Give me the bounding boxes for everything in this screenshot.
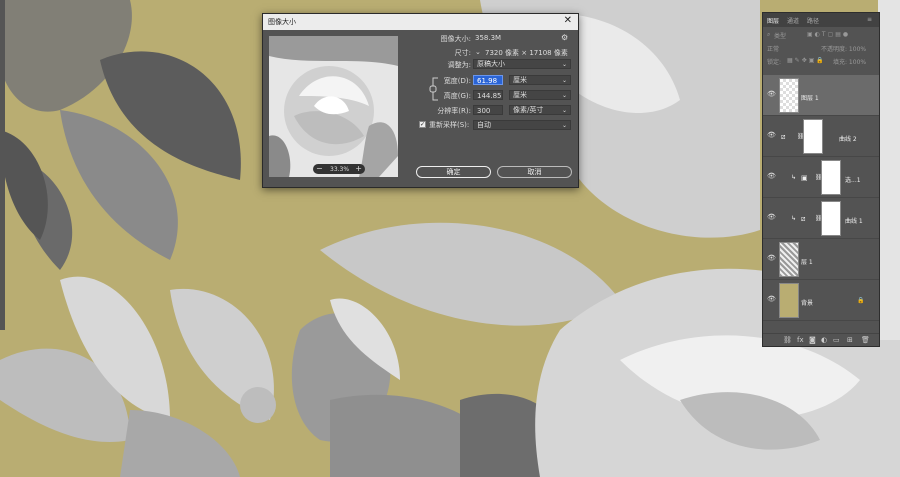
- panel-menu-icon[interactable]: ≡: [867, 16, 872, 23]
- width-input[interactable]: 61.98: [473, 75, 503, 85]
- image-preview[interactable]: − 33.3% +: [269, 36, 398, 177]
- visibility-eye-icon[interactable]: 👁: [767, 254, 776, 262]
- dimensions-label: 尺寸:: [454, 49, 471, 57]
- layer-mask-thumbnail: [821, 201, 841, 236]
- resolution-input[interactable]: 300: [473, 105, 503, 115]
- resample-checkbox[interactable]: ✓: [419, 121, 426, 128]
- delete-icon[interactable]: 🗑: [861, 336, 870, 344]
- chevron-down-icon: ⌄: [561, 92, 567, 99]
- lock-label: 锁定:: [767, 59, 782, 66]
- layer-thumbnail: [779, 283, 799, 318]
- tab-channels[interactable]: 通道: [787, 16, 799, 25]
- layer-item[interactable]: 👁 ⧄ ⛓ 曲线 2: [763, 116, 879, 157]
- new-layer-icon[interactable]: ⊞: [847, 336, 853, 344]
- lock-icons[interactable]: ▦✎✥▣🔒: [787, 57, 826, 64]
- link-layers-icon[interactable]: ⛓: [783, 336, 792, 344]
- fill-field[interactable]: 填充: 100%: [833, 57, 866, 66]
- left-ruler: [0, 0, 5, 330]
- layer-name[interactable]: 图层 1: [801, 93, 819, 102]
- curves-adjustment-icon: ⧄: [801, 215, 806, 223]
- visibility-eye-icon[interactable]: 👁: [767, 131, 776, 139]
- tab-paths[interactable]: 路径: [807, 16, 819, 25]
- clip-arrow-icon: ↳: [791, 174, 797, 181]
- width-label: 宽度(D):: [443, 77, 471, 85]
- layer-item[interactable]: 👁 背景 🔒: [763, 280, 879, 321]
- fit-to-select[interactable]: 原稿大小 ⌄: [473, 59, 571, 69]
- visibility-eye-icon[interactable]: 👁: [767, 90, 776, 98]
- height-label: 高度(G):: [443, 92, 471, 100]
- visibility-eye-icon[interactable]: 👁: [767, 213, 776, 221]
- chevron-down-icon: ⌄: [561, 77, 567, 84]
- close-icon[interactable]: ✕: [564, 15, 572, 26]
- layer-thumbnail: [779, 242, 799, 277]
- dimensions-toggle-icon[interactable]: ⌄: [475, 48, 481, 56]
- resolution-unit-select[interactable]: 像素/英寸 ⌄: [509, 105, 571, 115]
- layer-item[interactable]: 👁 图层 1: [763, 75, 879, 116]
- zoom-in-icon[interactable]: +: [355, 164, 362, 174]
- dimensions-value: 7320 像素 × 17108 像素: [485, 49, 568, 57]
- layer-mask-thumbnail: [803, 119, 823, 154]
- blend-mode-select[interactable]: 正常: [767, 44, 779, 53]
- height-unit-value: 厘米: [513, 91, 527, 99]
- resolution-unit-value: 像素/英寸: [513, 106, 544, 114]
- cancel-button[interactable]: 取消: [497, 166, 572, 178]
- layer-item[interactable]: 👁 层 1: [763, 239, 879, 280]
- new-group-icon[interactable]: ▭: [833, 336, 840, 344]
- fit-to-label: 调整为:: [447, 61, 471, 69]
- zoom-out-icon[interactable]: −: [316, 164, 323, 174]
- panel-tabs: 图层 通道 路径 ≡: [763, 13, 879, 27]
- layer-name[interactable]: 曲线 2: [839, 134, 857, 143]
- preview-zoom-control: − 33.3% +: [313, 164, 365, 174]
- adjustment-layer-icon[interactable]: ◐: [821, 336, 827, 344]
- layer-thumbnail: [779, 78, 799, 113]
- gear-icon[interactable]: ⚙: [561, 33, 568, 42]
- height-unit-select[interactable]: 厘米 ⌄: [509, 90, 571, 100]
- add-mask-icon[interactable]: ◙: [809, 336, 816, 344]
- blend-row: 正常 不透明度: 100%: [763, 42, 879, 54]
- resample-label: 重新采样(S):: [429, 121, 470, 129]
- resample-select[interactable]: 自动 ⌄: [473, 120, 571, 130]
- chevron-down-icon: ⌄: [561, 107, 567, 114]
- fx-icon[interactable]: fx: [797, 336, 804, 344]
- dialog-titlebar[interactable]: 图像大小 ✕: [263, 14, 578, 30]
- layer-item[interactable]: 👁 ↳ ▣ ⛓ 选...1: [763, 157, 879, 198]
- layer-name[interactable]: 层 1: [801, 257, 813, 266]
- height-input[interactable]: 144.85: [473, 90, 503, 100]
- resample-value: 自动: [477, 121, 491, 129]
- preview-rose-image: [269, 36, 398, 177]
- opacity-field[interactable]: 不透明度: 100%: [821, 44, 866, 53]
- selective-color-icon: ▣: [801, 174, 808, 182]
- width-unit-value: 厘米: [513, 76, 527, 84]
- filter-icons[interactable]: ▣◐T▢▤●: [807, 31, 850, 38]
- layers-panel: 图层 通道 路径 ≡ ⌕ 类型 ▣◐T▢▤● 正常 不透明度: 100% 锁定:…: [762, 12, 880, 347]
- image-size-label: 图像大小:: [440, 35, 471, 43]
- layer-item[interactable]: 👁 ↳ ⧄ ⛓ 曲线 1: [763, 198, 879, 239]
- fit-to-value: 原稿大小: [477, 60, 505, 68]
- chevron-down-icon: ⌄: [561, 122, 567, 129]
- search-icon: ⌕: [767, 31, 771, 38]
- width-unit-select[interactable]: 厘米 ⌄: [509, 75, 571, 85]
- layer-name[interactable]: 曲线 1: [845, 216, 863, 225]
- layer-name[interactable]: 选...1: [845, 175, 861, 184]
- dialog-title: 图像大小: [268, 18, 296, 26]
- layer-name[interactable]: 背景: [801, 298, 813, 307]
- clip-arrow-icon: ↳: [791, 215, 797, 222]
- visibility-eye-icon[interactable]: 👁: [767, 172, 776, 180]
- layer-kind-filter[interactable]: 类型: [774, 31, 786, 40]
- chevron-down-icon: ⌄: [561, 61, 567, 68]
- ok-button[interactable]: 确定: [416, 166, 491, 178]
- visibility-eye-icon[interactable]: 👁: [767, 295, 776, 303]
- resolution-label: 分辨率(R):: [437, 107, 471, 115]
- layer-filter-row: ⌕ 类型 ▣◐T▢▤●: [763, 29, 879, 41]
- image-size-value: 358.3M: [475, 34, 502, 42]
- zoom-value: 33.3%: [330, 166, 350, 173]
- curves-adjustment-icon: ⧄: [781, 133, 786, 141]
- layer-mask-thumbnail: [821, 160, 841, 195]
- tab-layers[interactable]: 图层: [767, 16, 779, 25]
- panel-footer: ⛓ fx ◙ ◐ ▭ ⊞ 🗑: [763, 333, 879, 346]
- lock-row: 锁定: ▦✎✥▣🔒 填充: 100%: [763, 55, 879, 67]
- lock-icon: 🔒: [857, 297, 865, 304]
- image-size-dialog: 图像大小 ✕ − 33.3% + 图像大小: 358.3M ⚙ 尺寸: ⌄ 73…: [262, 13, 579, 188]
